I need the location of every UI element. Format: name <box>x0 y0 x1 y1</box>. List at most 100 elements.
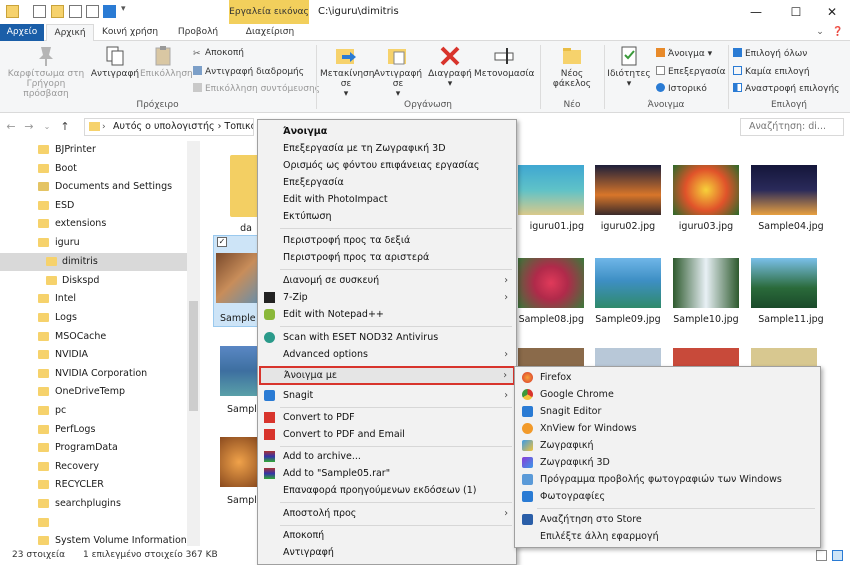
expand-ribbon-icon[interactable]: ⌄ <box>812 24 828 41</box>
submenu-item-photos[interactable]: Φωτογραφίες <box>515 488 820 505</box>
new-folder-button[interactable]: Νέος φάκελος <box>542 45 602 89</box>
tree-item-pc[interactable]: pc <box>38 402 66 420</box>
properties-icon[interactable] <box>33 5 46 18</box>
forward-icon[interactable]: → <box>22 118 36 136</box>
edit-button[interactable]: Επεξεργασία <box>656 66 726 77</box>
tree-item-searchplugins[interactable]: searchplugins <box>38 495 121 513</box>
minimize-button[interactable]: — <box>736 0 776 24</box>
open-button[interactable]: Άνοιγμα ▾ <box>656 48 712 59</box>
up-icon[interactable]: ↑ <box>58 118 72 136</box>
tree-item-diskspd[interactable]: Diskspd <box>46 272 99 290</box>
copy-to-button[interactable]: Αντιγραφή σε ▾ <box>372 45 424 99</box>
tree-item-bjprinter[interactable]: BJPrinter <box>38 141 96 159</box>
tree-item-nvidia-corporation[interactable]: NVIDIA Corporation <box>38 365 147 383</box>
submenu-item-xnview[interactable]: XnView for Windows <box>515 420 820 437</box>
thumbnail[interactable] <box>673 165 739 215</box>
thumbnail[interactable] <box>673 348 739 366</box>
menu-item-cut[interactable]: Αποκοπή <box>258 527 516 544</box>
menu-item-edit-photoimpact[interactable]: Edit with PhotoImpact <box>258 191 516 208</box>
menu-item-open[interactable]: Άνοιγμα <box>258 123 516 140</box>
tab-file[interactable]: Αρχείο <box>0 24 44 41</box>
tree-item-programdata[interactable]: ProgramData <box>38 439 118 457</box>
thumbnail[interactable] <box>751 258 817 308</box>
submenu-item-choose-another-app[interactable]: Επιλέξτε άλλη εφαρμογή <box>515 528 820 545</box>
tree-item-boot[interactable]: Boot <box>38 160 77 178</box>
large-icons-view-icon[interactable] <box>832 550 843 561</box>
back-icon[interactable]: ← <box>4 118 18 136</box>
menu-item-rotate-left[interactable]: Περιστροφή προς τα αριστερά <box>258 249 516 266</box>
thumbnail[interactable] <box>595 258 661 308</box>
thumbnail[interactable] <box>751 348 817 366</box>
submenu-item-paint[interactable]: Ζωγραφική <box>515 437 820 454</box>
submenu-item-search-store[interactable]: Αναζήτηση στο Store <box>515 511 820 528</box>
address-bar[interactable]: › Αυτός ο υπολογιστής › Τοπικό <box>84 118 254 136</box>
tree-item-esd[interactable]: ESD <box>38 197 74 215</box>
history-button[interactable]: Ιστορικό <box>656 83 707 94</box>
copy-path-button[interactable]: Αντιγραφή διαδρομής <box>193 66 304 77</box>
submenu-item-paint3d[interactable]: Ζωγραφική 3D <box>515 454 820 471</box>
menu-item-advanced-options[interactable]: Advanced options › <box>258 346 516 363</box>
menu-item-add-to-archive[interactable]: Add to archive... <box>258 448 516 465</box>
pin-button[interactable]: Καρφίτσωμα στη Γρήγορη πρόσβαση <box>4 45 88 99</box>
cut-button[interactable]: ✂ Αποκοπή <box>193 48 244 59</box>
thumbnail[interactable] <box>673 258 739 308</box>
tree-item-onedrivetemp[interactable]: OneDriveTemp <box>38 383 125 401</box>
thumbnail[interactable] <box>751 165 817 215</box>
paste-button[interactable]: Επικόλληση <box>140 45 193 79</box>
maximize-button[interactable]: ☐ <box>776 0 816 24</box>
folder-icon[interactable] <box>6 5 19 18</box>
submenu-item-google-chrome[interactable]: Google Chrome <box>515 386 820 403</box>
tree-item-intel[interactable]: Intel <box>38 290 76 308</box>
menu-item-send-to[interactable]: Αποστολή προς › <box>258 505 516 522</box>
submenu-item-firefox[interactable]: Firefox <box>515 369 820 386</box>
thumbnail[interactable] <box>518 348 584 366</box>
tree-scrollbar-thumb[interactable] <box>189 301 198 411</box>
invert-selection-button[interactable]: Αναστροφή επιλογής <box>733 83 839 94</box>
menu-item-open-with[interactable]: Άνοιγμα με › <box>259 366 515 385</box>
tree-item-system-volume-information[interactable]: System Volume Information <box>38 532 187 546</box>
tree-item-recovery[interactable]: Recovery <box>38 458 99 476</box>
menu-item-print[interactable]: Εκτύπωση <box>258 208 516 225</box>
menu-item-convert-to-pdf[interactable]: Convert to PDF <box>258 409 516 426</box>
menu-item-restore-previous-versions[interactable]: Επαναφορά προηγούμενων εκδόσεων (1) <box>258 482 516 499</box>
tab-view[interactable]: Προβολή <box>166 24 230 41</box>
menu-item-cast-to-device[interactable]: Διανομή σε συσκευή › <box>258 272 516 289</box>
tree-item-unnamed[interactable] <box>38 514 55 532</box>
menu-item-copy[interactable]: Αντιγραφή <box>258 544 516 561</box>
submenu-item-snagit-editor[interactable]: Snagit Editor <box>515 403 820 420</box>
menu-item-7zip[interactable]: 7-Zip › <box>258 289 516 306</box>
menu-item-convert-to-pdf-email[interactable]: Convert to PDF and Email <box>258 426 516 443</box>
recent-locations-icon[interactable]: ⌄ <box>40 118 54 136</box>
menu-item-notepad-plus-plus[interactable]: Edit with Notepad++ <box>258 306 516 323</box>
tree-item-nvidia[interactable]: NVIDIA <box>38 346 88 364</box>
thumbnail[interactable] <box>595 165 661 215</box>
delete-button[interactable]: Διαγραφή ▾ <box>426 45 474 89</box>
select-all-button[interactable]: Επιλογή όλων <box>733 48 807 59</box>
tree-item-dimitris[interactable]: dimitris <box>46 253 98 271</box>
move-to-button[interactable]: Μετακίνηση σε ▾ <box>320 45 374 99</box>
thumbnail[interactable] <box>595 348 661 366</box>
tab-manage[interactable]: Διαχείριση <box>232 24 308 41</box>
menu-item-edit-paint3d[interactable]: Επεξεργασία με τη Ζωγραφική 3D <box>258 140 516 157</box>
menu-item-set-desktop-background[interactable]: Ορισμός ως φόντου επιφάνειας εργασίας <box>258 157 516 174</box>
menu-item-snagit[interactable]: Snagit › <box>258 387 516 404</box>
paste-shortcut-button[interactable]: Επικόλληση συντόμευσης <box>193 83 320 94</box>
image-icon[interactable] <box>86 5 99 18</box>
checkbox-icon[interactable]: ✓ <box>217 237 227 247</box>
rename-button[interactable]: Μετονομασία <box>474 45 534 79</box>
qat-dropdown-icon[interactable]: ▾ <box>121 4 126 14</box>
tree-item-recycler[interactable]: RECYCLER <box>38 476 104 494</box>
tab-home[interactable]: Αρχική <box>46 24 94 41</box>
details-view-icon[interactable] <box>816 550 827 561</box>
menu-item-eset-scan[interactable]: Scan with ESET NOD32 Antivirus <box>258 329 516 346</box>
menu-item-edit[interactable]: Επεξεργασία <box>258 174 516 191</box>
tab-share[interactable]: Κοινή χρήση <box>96 24 164 41</box>
tree-item-documents-and-settings[interactable]: Documents and Settings <box>38 178 172 196</box>
tree-item-logs[interactable]: Logs <box>38 309 77 327</box>
tree-item-extensions[interactable]: extensions <box>38 215 106 233</box>
copy-button[interactable]: Αντιγραφή <box>90 45 140 79</box>
tree-item-msocache[interactable]: MSOCache <box>38 328 106 346</box>
tree-item-iguru[interactable]: iguru <box>38 234 80 252</box>
select-none-button[interactable]: Καμία επιλογή <box>733 66 810 77</box>
submenu-item-windows-photo-viewer[interactable]: Πρόγραμμα προβολής φωτογραφιών των Windo… <box>515 471 820 488</box>
